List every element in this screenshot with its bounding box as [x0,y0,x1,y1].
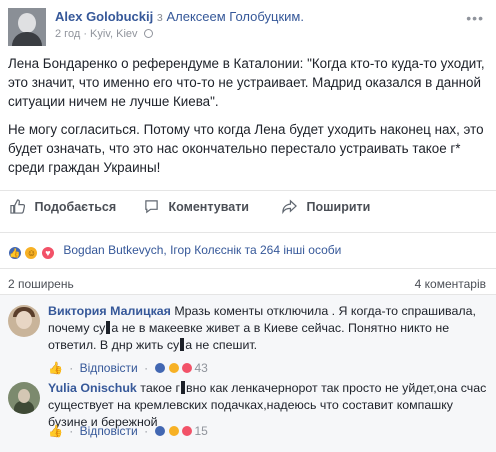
avatar-face [18,389,30,403]
share-arrow-icon [282,199,297,214]
like-comment-icon[interactable]: 👍 [48,361,63,375]
love-reaction-icon [181,425,194,437]
censor-bar [106,321,111,334]
facebook-post: Alex Golobuckij з Алексеем Голобуцким. 2… [0,0,496,452]
meta-separator: · [144,361,149,375]
more-options-icon[interactable]: ••• [466,10,484,26]
haha-reaction-icon: ☺ [24,246,39,260]
commenter-avatar[interactable] [8,305,40,337]
with-text: з [156,9,163,24]
post-meta: 2 год · Kyiv, Kiev [55,28,153,40]
haha-reaction-icon [167,425,180,437]
reply-link[interactable]: Відповісти [80,361,138,375]
avatar-face [16,311,32,329]
like-reaction-icon [154,425,167,437]
post-stats: 2 поширень 4 коментарів [0,268,496,296]
post-paragraph-1: Лена Бондаренко о референдуме в Каталони… [8,56,485,109]
comment-reaction-count[interactable]: 43 [194,361,207,375]
comment-label: Коментувати [168,200,249,214]
like-reaction-icon: 👍 [8,246,22,260]
comment-author-link[interactable]: Виктория Малицкая [48,304,171,318]
post-author-line: Alex Golobuckij з Алексеем Голобуцким. [55,9,304,24]
comments-section: Виктория Малицкая Мразь коменты отключил… [0,294,496,452]
author-avatar[interactable] [8,8,46,46]
comment-meta: 👍 · Відповісти · 43 [48,361,208,375]
meta-separator: · [69,361,74,375]
globe-icon [143,29,153,38]
censor-bar [180,338,185,351]
comment-text: такое г [140,381,181,395]
share-label: Поширити [306,200,371,214]
author-name-link[interactable]: Alex Golobuckij [55,9,153,24]
reply-link[interactable]: Відповісти [80,424,138,438]
like-comment-icon[interactable]: 👍 [48,424,63,438]
thumbs-up-icon [10,199,25,214]
post-actions-bar: Подобається Коментувати Поширити [0,190,496,224]
reactions-names[interactable]: Bogdan Butkevych, Ігор Колєснік та 264 і… [63,243,341,257]
comment-author-link[interactable]: Yulia Onischuk [48,381,137,395]
shares-count-link[interactable]: 2 поширень [8,277,74,291]
commenter-avatar[interactable] [8,382,40,414]
love-reaction-icon [181,362,194,374]
post-time-link[interactable]: 2 год [55,28,80,40]
like-reaction-icon [154,362,167,374]
meta-separator: · [69,424,74,438]
comment-button[interactable]: Коментувати [144,199,249,214]
comments-count-link[interactable]: 4 коментарів [415,277,486,291]
share-button[interactable]: Поширити [282,199,370,214]
comment-text: а не спешит. [185,338,258,352]
post-location-link[interactable]: Kyiv, Kiev [90,28,137,40]
post-header: Alex Golobuckij з Алексеем Голобуцким. 2… [8,8,488,46]
comment-body: Виктория Малицкая Мразь коменты отключил… [48,303,488,354]
tagged-person-link[interactable]: Алексеем Голобуцким. [166,9,304,24]
avatar-body [12,32,42,46]
comment-reaction-count[interactable]: 15 [194,424,207,438]
like-button[interactable]: Подобається [10,199,116,214]
censor-bar [181,381,186,394]
reactions-summary[interactable]: 👍 ☺ ♥ Bogdan Butkevych, Ігор Колєснік та… [0,232,496,262]
love-reaction-icon: ♥ [40,246,55,260]
comment-meta: 👍 · Відповісти · 15 [48,424,208,438]
haha-reaction-icon [167,362,180,374]
post-paragraph-2: Не могу согласиться. Потому что когда Ле… [8,122,484,175]
like-label: Подобається [34,200,117,214]
speech-bubble-icon [145,200,158,214]
avatar-head [18,13,36,33]
meta-separator: · [144,424,149,438]
